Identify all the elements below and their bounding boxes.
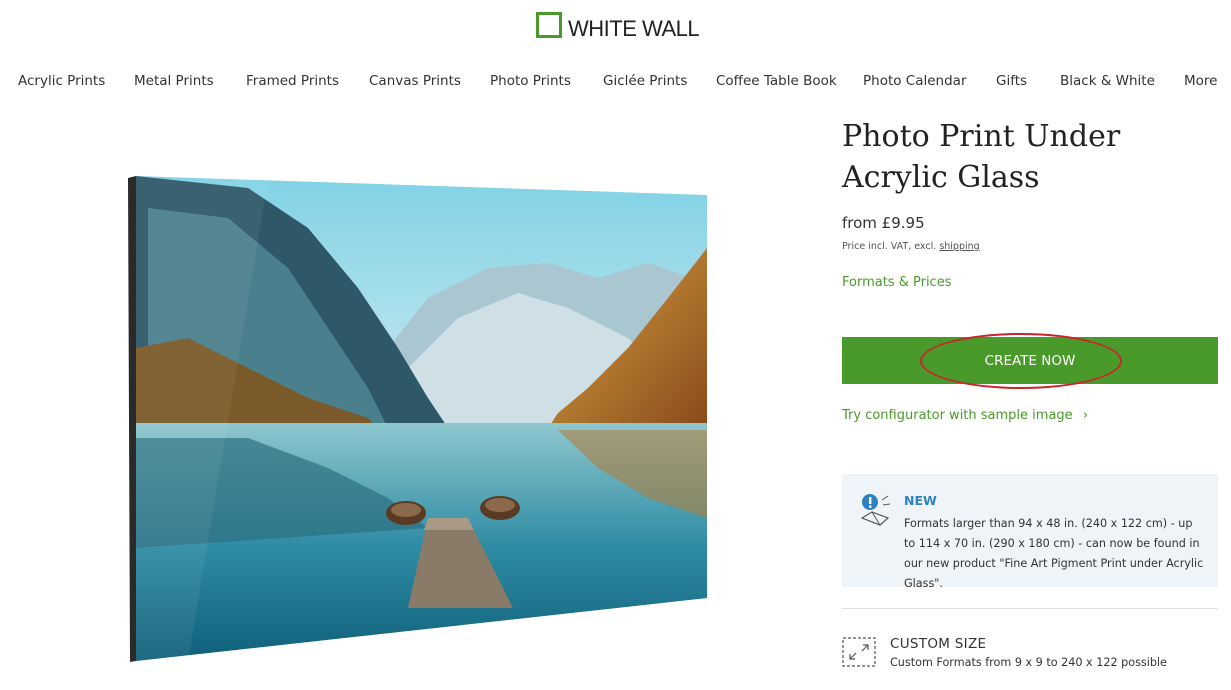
nav-item-more[interactable]: More: [1184, 73, 1217, 89]
nav-item-metal-prints[interactable]: Metal Prints: [134, 73, 214, 89]
nav-item-canvas-prints[interactable]: Canvas Prints: [369, 73, 461, 89]
brand-logo[interactable]: WHITE WALL: [536, 9, 700, 41]
product-image: [128, 168, 718, 673]
create-now-button[interactable]: CREATE NOW: [842, 337, 1218, 384]
custom-size-title: CUSTOM SIZE: [890, 636, 987, 652]
section-divider: [842, 608, 1218, 609]
create-now-label: CREATE NOW: [984, 352, 1076, 369]
try-configurator-link[interactable]: Try configurator with sample image ›: [842, 408, 1088, 423]
nav-item-giclee-prints[interactable]: Giclée Prints: [603, 73, 687, 89]
chevron-right-icon: ›: [1082, 408, 1089, 423]
main-nav: Acrylic Prints Metal Prints Framed Print…: [0, 73, 1231, 93]
logo-text: WHITE WALL: [568, 16, 700, 41]
new-info-text: Formats larger than 94 x 48 in. (240 x 1…: [904, 517, 1204, 590]
nav-item-coffee-table-book[interactable]: Coffee Table Book: [716, 73, 837, 89]
product-price: from £9.95: [842, 214, 925, 232]
new-badge: NEW: [904, 493, 937, 508]
nav-item-framed-prints[interactable]: Framed Prints: [246, 73, 339, 89]
nav-item-black-white[interactable]: Black & White: [1060, 73, 1155, 89]
square-outline-logo-icon: [536, 12, 562, 38]
shipping-link[interactable]: shipping: [939, 241, 979, 252]
price-note-text: Price incl. VAT, excl.: [842, 241, 937, 252]
price-note: Price incl. VAT, excl. shipping: [842, 241, 980, 252]
custom-size-subtitle: Custom Formats from 9 x 9 to 240 x 122 p…: [890, 656, 1167, 669]
product-title: Photo Print Under Acrylic Glass: [842, 119, 1121, 195]
try-configurator-label: Try configurator with sample image: [842, 408, 1073, 423]
formats-prices-link[interactable]: Formats & Prices: [842, 275, 951, 290]
nav-item-acrylic-prints[interactable]: Acrylic Prints: [18, 73, 105, 89]
exclamation-new-icon: [860, 494, 891, 526]
new-info-box: NEW Formats larger than 94 x 48 in. (240…: [842, 474, 1218, 590]
nav-item-photo-calendar[interactable]: Photo Calendar: [863, 73, 967, 89]
nav-item-gifts[interactable]: Gifts: [996, 73, 1027, 89]
resize-arrows-icon: [842, 637, 876, 667]
nav-item-photo-prints[interactable]: Photo Prints: [490, 73, 571, 89]
